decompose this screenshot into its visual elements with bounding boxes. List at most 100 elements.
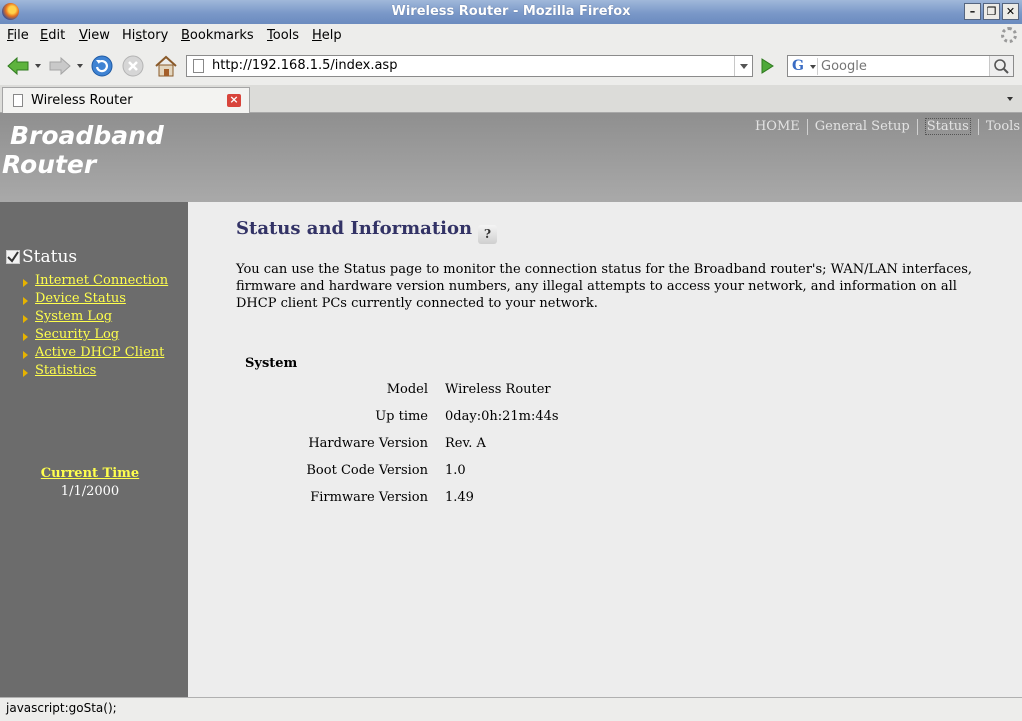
url-history-dropdown-icon[interactable]	[734, 56, 752, 76]
google-icon: G	[792, 58, 804, 74]
menu-edit[interactable]: Edit	[40, 28, 65, 43]
router-page: Broadband Router HOME General Setup Stat…	[0, 113, 1022, 697]
menu-file-mnemonic: F	[7, 28, 14, 43]
home-button[interactable]	[152, 52, 180, 80]
menu-bar: File Edit View History Bookmarks Tools H…	[0, 24, 1022, 47]
sidebar-heading: Status	[6, 247, 77, 267]
navigation-toolbar: http://192.168.1.5/index.asp G	[0, 47, 1022, 85]
info-value: Wireless Router	[445, 382, 551, 397]
page-header: Broadband Router HOME General Setup Stat…	[0, 113, 1022, 202]
sidebar-link-label[interactable]: Security Log	[35, 327, 119, 342]
forward-arrow-icon	[49, 56, 71, 76]
back-arrow-icon	[7, 56, 29, 76]
url-text[interactable]: http://192.168.1.5/index.asp	[212, 58, 397, 73]
menu-edit-mnemonic: E	[40, 28, 49, 43]
status-text: javascript:goSta();	[6, 701, 117, 715]
tab-list-dropdown-icon[interactable]	[1002, 88, 1020, 110]
current-time-label[interactable]: Current Time	[0, 466, 180, 481]
intro-text: You can use the Status page to monitor t…	[236, 262, 973, 311]
sidebar-item-device-status[interactable]: Device Status	[23, 291, 126, 306]
search-input[interactable]	[821, 58, 986, 75]
sidebar-link-label[interactable]: Statistics	[35, 363, 96, 378]
minimize-icon[interactable]: –	[964, 3, 981, 20]
url-bar[interactable]: http://192.168.1.5/index.asp	[186, 55, 753, 77]
nav-divider	[916, 118, 918, 135]
menu-view[interactable]: View	[79, 28, 110, 43]
menu-bookmarks[interactable]: Bookmarks	[181, 28, 254, 43]
brand-line1: Broadband	[10, 121, 164, 150]
menu-bookmarks-mnemonic: B	[181, 28, 190, 43]
back-dropdown-icon[interactable]	[35, 64, 41, 68]
menu-tools[interactable]: Tools	[267, 28, 299, 43]
checkmark-icon	[6, 250, 20, 264]
tab-bar: Wireless Router ×	[0, 85, 1022, 113]
info-key: Hardware Version	[308, 436, 428, 451]
arrow-right-icon	[23, 369, 28, 377]
info-value: 1.49	[445, 490, 474, 505]
menu-history-mnemonic: s	[135, 28, 143, 43]
reload-button[interactable]	[89, 52, 115, 80]
menu-tools-mnemonic: T	[267, 28, 273, 43]
top-nav-status[interactable]: Status	[924, 118, 971, 135]
top-nav: HOME General Setup Status Tools	[755, 118, 1020, 135]
search-engine-selector[interactable]: G	[790, 58, 818, 75]
arrow-right-icon	[23, 297, 28, 305]
tab-page-icon	[13, 94, 23, 107]
menu-view-mnemonic: V	[79, 28, 88, 43]
current-time-value: 1/1/2000	[60, 484, 120, 499]
status-bar: javascript:goSta();	[0, 697, 1022, 721]
restore-icon[interactable]: ❐	[983, 3, 1000, 20]
home-icon	[155, 55, 177, 77]
sidebar-link-label[interactable]: Device Status	[35, 291, 126, 306]
stop-button[interactable]	[120, 52, 146, 80]
nav-divider	[977, 118, 979, 135]
info-value: 0day:0h:21m:44s	[445, 409, 559, 424]
go-arrow-icon	[761, 58, 774, 74]
window-titlebar: Wireless Router - Mozilla Firefox – ❐ ✕	[0, 0, 1022, 24]
sidebar-item-statistics[interactable]: Statistics	[23, 363, 96, 378]
main-content: Status and Information ? You can use the…	[188, 202, 1022, 697]
arrow-right-icon	[23, 351, 28, 359]
system-section-title: System	[245, 356, 298, 371]
top-nav-tools[interactable]: Tools	[986, 119, 1020, 134]
tab-wireless-router[interactable]: Wireless Router ×	[2, 87, 250, 113]
nav-divider	[806, 118, 808, 135]
sidebar: Status Internet Connection Device Status…	[0, 202, 188, 697]
sidebar-link-label[interactable]: Internet Connection	[35, 273, 168, 288]
info-value: 1.0	[445, 463, 466, 478]
menu-help[interactable]: Help	[312, 28, 342, 43]
magnifier-icon	[994, 59, 1009, 74]
throbber-icon	[1001, 27, 1017, 43]
sidebar-item-internet-connection[interactable]: Internet Connection	[23, 273, 168, 288]
info-value: Rev. A	[445, 436, 486, 451]
arrow-right-icon	[23, 279, 28, 287]
top-nav-general-setup[interactable]: General Setup	[815, 119, 910, 134]
info-key: Model	[386, 382, 428, 397]
arrow-right-icon	[23, 315, 28, 323]
sidebar-item-active-dhcp-client[interactable]: Active DHCP Client	[23, 345, 164, 360]
sidebar-title: Status	[22, 247, 78, 267]
go-button[interactable]	[757, 57, 777, 75]
forward-dropdown-icon[interactable]	[77, 64, 83, 68]
info-key: Firmware Version	[310, 490, 428, 505]
tab-label: Wireless Router	[31, 93, 133, 108]
stop-icon	[122, 55, 144, 77]
window-title: Wireless Router - Mozilla Firefox	[391, 4, 631, 19]
close-icon[interactable]: ✕	[1002, 3, 1019, 20]
back-button[interactable]	[4, 52, 32, 80]
search-bar[interactable]: G	[787, 55, 1014, 77]
brand-logo: Broadband Router	[2, 121, 164, 179]
sidebar-link-label[interactable]: System Log	[35, 309, 112, 324]
sidebar-item-system-log[interactable]: System Log	[23, 309, 112, 324]
search-button[interactable]	[989, 56, 1013, 76]
sidebar-item-security-log[interactable]: Security Log	[23, 327, 119, 342]
help-icon[interactable]: ?	[478, 225, 497, 244]
top-nav-home[interactable]: HOME	[755, 119, 800, 134]
tab-close-icon[interactable]: ×	[227, 94, 241, 107]
menu-file[interactable]: File	[7, 28, 29, 43]
sidebar-link-label[interactable]: Active DHCP Client	[35, 345, 164, 360]
menu-help-mnemonic: H	[312, 28, 322, 43]
forward-button[interactable]	[46, 52, 74, 80]
brand-line2: Router	[2, 150, 97, 179]
menu-history[interactable]: History	[122, 28, 168, 43]
